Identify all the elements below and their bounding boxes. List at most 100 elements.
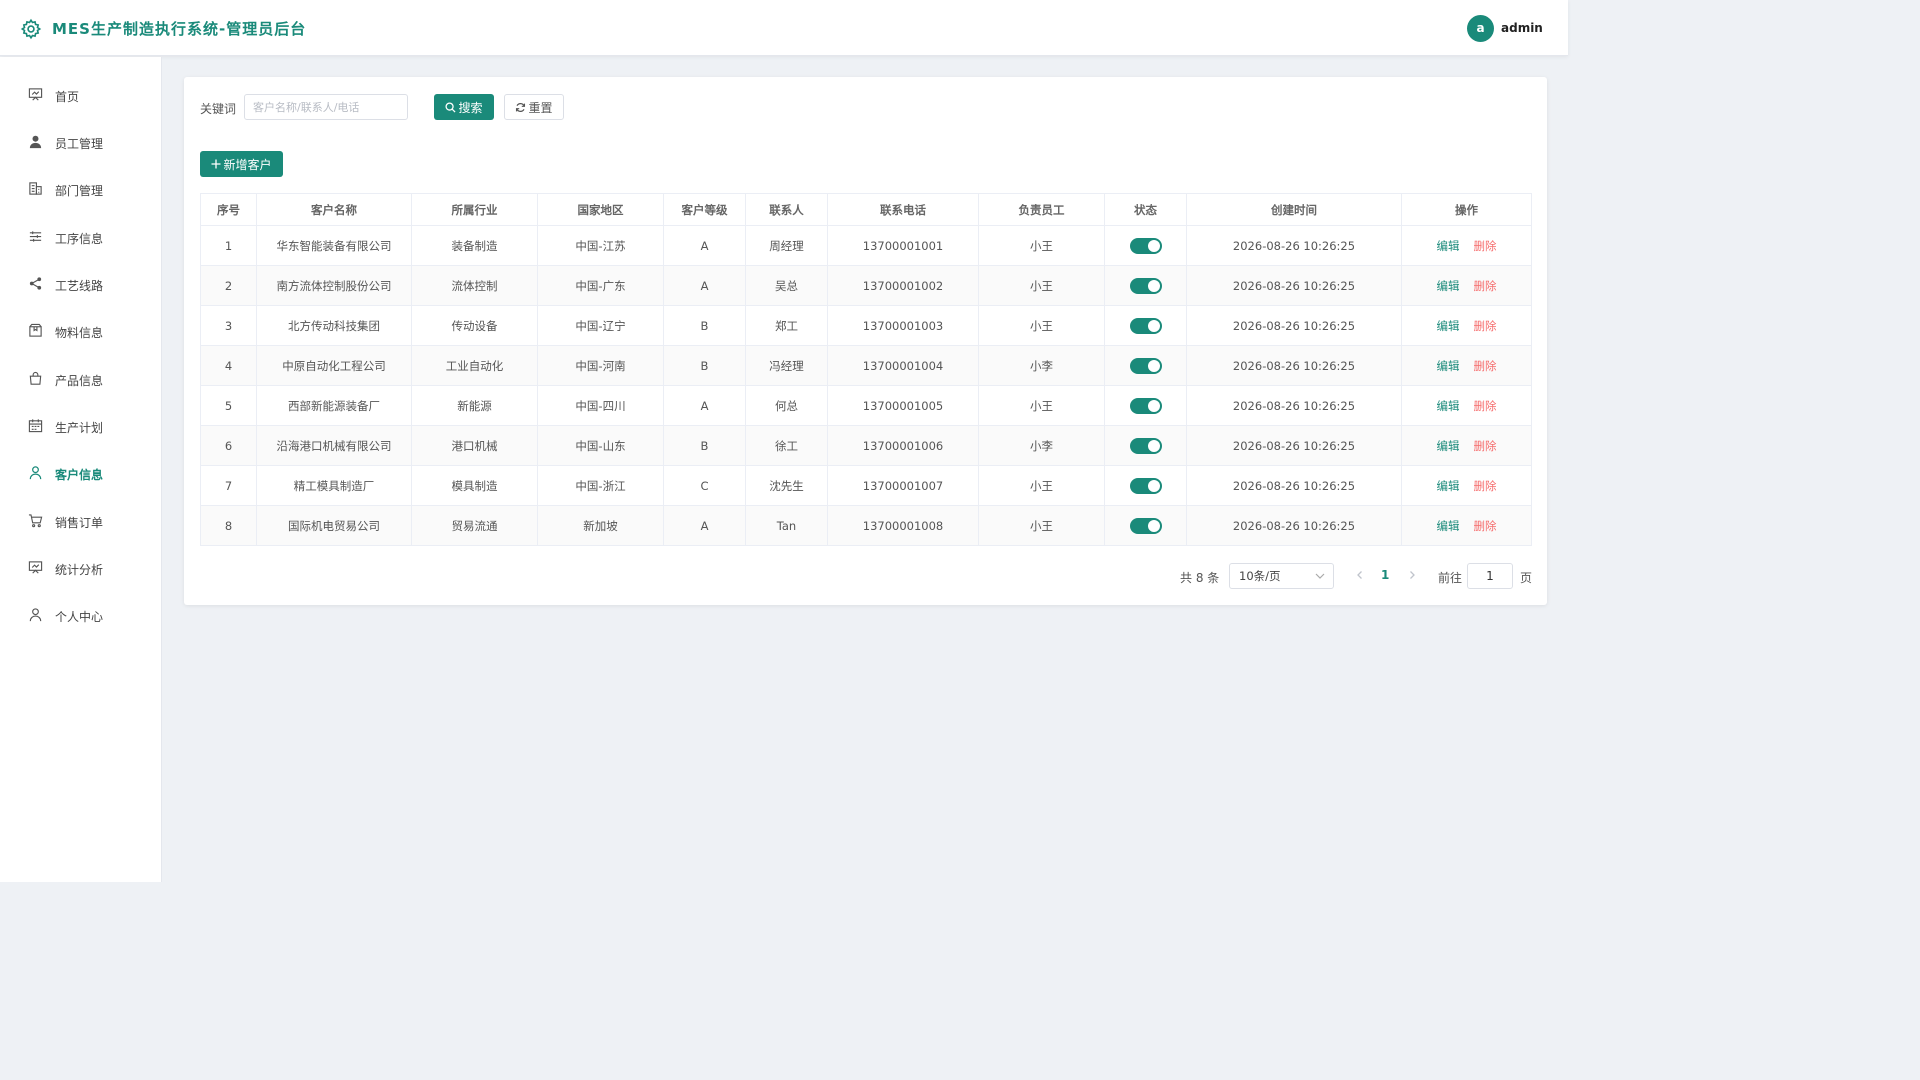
user-name[interactable]: admin: [1501, 21, 1543, 35]
cell-staff: 小王: [978, 305, 1105, 346]
table-row: 2 南方流体控制股份公司 流体控制 中国-广东 A 吴总 13700001002 小王 2026…: [200, 265, 1532, 306]
cell-contact: 冯经理: [745, 345, 828, 386]
status-toggle[interactable]: [1129, 317, 1162, 334]
sidebar-item-label: 部门管理: [55, 184, 104, 198]
reset-button[interactable]: 重置: [504, 94, 564, 120]
cell-region: 新加坡: [537, 505, 664, 546]
building-icon: [29, 182, 42, 195]
status-toggle[interactable]: [1129, 397, 1162, 414]
sidebar-item-label: 个人中心: [55, 610, 104, 624]
cell-level: A: [663, 505, 746, 546]
sidebar-item-label: 客户信息: [55, 468, 104, 482]
cell-level: C: [663, 465, 746, 506]
edit-link[interactable]: 编辑: [1437, 479, 1460, 493]
delete-link[interactable]: 删除: [1474, 479, 1497, 493]
pagination-total: 共 8 条: [1180, 571, 1220, 585]
cell-industry: 港口机械: [411, 425, 538, 466]
reset-button-label: 重置: [528, 100, 553, 115]
sidebar-item-label: 物料信息: [55, 326, 104, 340]
status-toggle[interactable]: [1129, 437, 1162, 454]
cell-phone: 13700001003: [827, 305, 979, 346]
cell-status: [1104, 225, 1187, 266]
share-icon: [29, 277, 42, 290]
cell-industry: 流体控制: [411, 265, 538, 306]
search-button[interactable]: 搜索: [434, 94, 494, 120]
status-toggle[interactable]: [1129, 517, 1162, 534]
cell-region: 中国-江苏: [537, 225, 664, 266]
edit-link[interactable]: 编辑: [1437, 279, 1460, 293]
delete-link[interactable]: 删除: [1474, 359, 1497, 373]
cell-region: 中国-四川: [537, 385, 664, 426]
sidebar-item-label: 首页: [55, 90, 80, 104]
cell-no: 2: [200, 265, 257, 306]
cell-phone: 13700001001: [827, 225, 979, 266]
cart-icon: [28, 514, 43, 528]
page-number-current[interactable]: 1: [1381, 568, 1389, 582]
column-header: 操作: [1401, 193, 1532, 226]
sidebar-item-profile[interactable]: 个人中心: [0, 595, 162, 635]
search-input[interactable]: [244, 94, 408, 120]
sidebar-item-label: 工序信息: [55, 232, 104, 246]
sidebar-item-statistics[interactable]: 统计分析: [0, 548, 162, 588]
sidebar-item-employees[interactable]: 员工管理: [0, 122, 162, 162]
delete-link[interactable]: 删除: [1474, 319, 1497, 333]
cell-name: 华东智能装备有限公司: [256, 225, 412, 266]
sidebar-item-production-plan[interactable]: 生产计划: [0, 406, 162, 446]
edit-link[interactable]: 编辑: [1437, 519, 1460, 533]
add-customer-button[interactable]: 新增客户: [200, 151, 283, 177]
status-toggle[interactable]: [1129, 477, 1162, 494]
cell-staff: 小王: [978, 225, 1105, 266]
goto-page-input[interactable]: [1467, 563, 1513, 589]
next-page-icon[interactable]: [1405, 568, 1419, 582]
cell-contact: 徐工: [745, 425, 828, 466]
top-header: MES生产制造执行系统-管理员后台 a admin: [0, 0, 1568, 56]
edit-link[interactable]: 编辑: [1437, 239, 1460, 253]
sidebar-item-label: 统计分析: [55, 563, 104, 577]
delete-link[interactable]: 删除: [1474, 399, 1497, 413]
page-size-value: 10条/页: [1239, 569, 1281, 583]
status-toggle[interactable]: [1129, 357, 1162, 374]
column-header: 联系电话: [827, 193, 979, 226]
cell-staff: 小李: [978, 425, 1105, 466]
sidebar-item-routes[interactable]: 工艺线路: [0, 264, 162, 304]
gear-icon: [20, 18, 42, 40]
sidebar-item-departments[interactable]: 部门管理: [0, 169, 162, 209]
cell-created: 2026-08-26 10:26:25: [1186, 465, 1402, 506]
edit-link[interactable]: 编辑: [1437, 439, 1460, 453]
sidebar-item-materials[interactable]: 物料信息: [0, 311, 162, 351]
cell-staff: 小王: [978, 465, 1105, 506]
column-header: 创建时间: [1186, 193, 1402, 226]
edit-link[interactable]: 编辑: [1437, 359, 1460, 373]
prev-page-icon[interactable]: [1353, 568, 1367, 582]
sidebar-item-label: 产品信息: [55, 374, 104, 388]
cell-level: B: [663, 425, 746, 466]
cell-created: 2026-08-26 10:26:25: [1186, 225, 1402, 266]
cell-staff: 小王: [978, 505, 1105, 546]
cell-industry: 装备制造: [411, 225, 538, 266]
sidebar: 首页 员工管理 部门管理 工序信息 工艺线路 物料信息 产品信息 生产计划 客户…: [0, 57, 162, 882]
bag-icon: [29, 371, 42, 385]
delete-link[interactable]: 删除: [1474, 439, 1497, 453]
delete-link[interactable]: 删除: [1474, 279, 1497, 293]
cell-status: [1104, 425, 1187, 466]
edit-link[interactable]: 编辑: [1437, 399, 1460, 413]
cell-industry: 模具制造: [411, 465, 538, 506]
sidebar-item-label: 工艺线路: [55, 279, 104, 293]
avatar[interactable]: a: [1467, 15, 1494, 42]
status-toggle[interactable]: [1129, 277, 1162, 294]
delete-link[interactable]: 删除: [1474, 239, 1497, 253]
delete-link[interactable]: 删除: [1474, 519, 1497, 533]
sidebar-item-sales-orders[interactable]: 销售订单: [0, 501, 162, 541]
sidebar-item-products[interactable]: 产品信息: [0, 359, 162, 399]
sidebar-item-customers[interactable]: 客户信息: [0, 453, 162, 493]
cell-level: B: [663, 345, 746, 386]
sidebar-item-home[interactable]: 首页: [0, 75, 162, 115]
page-size-select[interactable]: 10条/页: [1229, 563, 1334, 589]
table-header-row: 序号 客户名称 所属行业 国家地区 客户等级 联系人 联系电话 负责员工 状态 创建时间 操作: [200, 193, 1532, 226]
edit-link[interactable]: 编辑: [1437, 319, 1460, 333]
cell-no: 5: [200, 385, 257, 426]
status-toggle[interactable]: [1129, 237, 1162, 254]
keyword-label: 关键词: [200, 102, 237, 116]
sidebar-item-process[interactable]: 工序信息: [0, 217, 162, 257]
cell-level: A: [663, 225, 746, 266]
